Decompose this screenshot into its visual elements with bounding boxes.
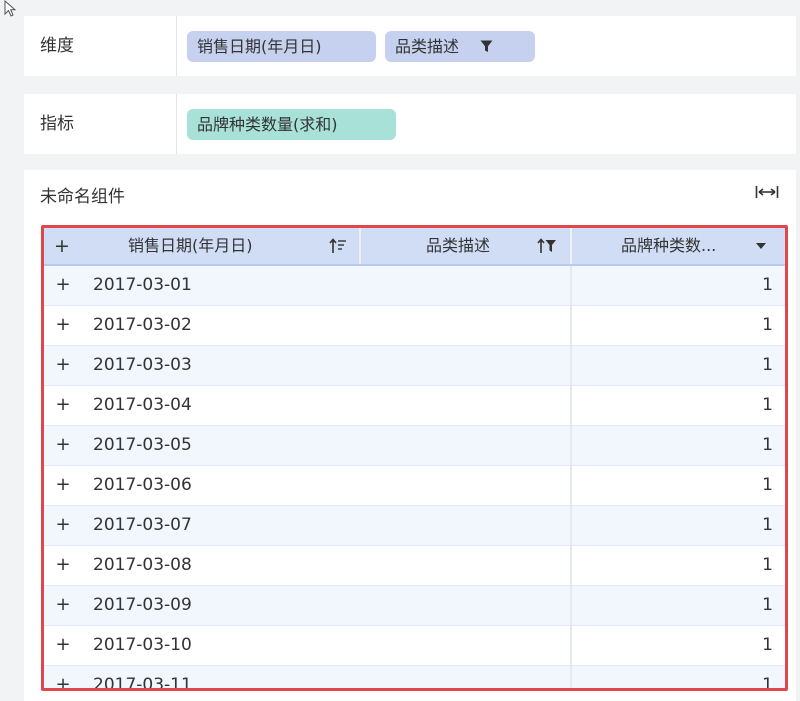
table-row[interactable]: +2017-03-03 1: [44, 346, 785, 386]
column-separator: [570, 466, 572, 505]
row-date: 2017-03-04: [93, 395, 192, 415]
sort-ascending-icon[interactable]: [329, 238, 347, 254]
row-expand-button[interactable]: +: [54, 556, 72, 574]
row-expand-button[interactable]: +: [54, 356, 72, 374]
column-separator: [570, 266, 572, 305]
row-date: 2017-03-07: [93, 515, 192, 535]
row-expand-button[interactable]: +: [54, 436, 72, 454]
table-body: +2017-03-01 1 +2017-03-02 1 +2017-03-03 1 +201…: [44, 266, 785, 691]
table-row[interactable]: +2017-03-11 1: [44, 666, 785, 691]
widget-title: 未命名组件: [40, 187, 125, 207]
dimension-label: 维度: [40, 36, 74, 56]
table-row[interactable]: +2017-03-09 1: [44, 586, 785, 626]
table-row[interactable]: +2017-03-01 1: [44, 266, 785, 306]
arrow-cursor-icon: [4, 0, 17, 17]
column-separator: [570, 546, 572, 585]
column-header-sales-date[interactable]: 销售日期(年月日): [128, 228, 253, 264]
row-value: 1: [762, 515, 773, 535]
column-header-brand-count[interactable]: 品牌种类数...: [621, 228, 716, 264]
column-separator: [570, 386, 572, 425]
row-date: 2017-03-08: [93, 555, 192, 575]
table-row[interactable]: +2017-03-04 1: [44, 386, 785, 426]
row-expand-button[interactable]: +: [54, 396, 72, 414]
column-separator: [359, 228, 361, 264]
column-separator: [570, 666, 572, 688]
table-row[interactable]: +2017-03-02 1: [44, 306, 785, 346]
row-expand-button[interactable]: +: [54, 476, 72, 494]
row-expand-button[interactable]: +: [54, 636, 72, 654]
panel-divider: [176, 16, 177, 76]
row-date: 2017-03-09: [93, 595, 192, 615]
dimension-field-category[interactable]: 品类描述: [385, 31, 535, 62]
row-date: 2017-03-11: [93, 675, 192, 691]
row-value: 1: [762, 675, 773, 691]
dimension-field-sales-date[interactable]: 销售日期(年月日): [187, 31, 376, 62]
row-value: 1: [762, 555, 773, 575]
row-value: 1: [762, 435, 773, 455]
column-separator: [570, 346, 572, 385]
fit-width-icon[interactable]: [755, 184, 779, 200]
table-widget: 未命名组件 + 销售日期(年月日) 品类描述 品牌种类数... + 2017-0…: [24, 170, 796, 701]
indicator-label: 指标: [40, 114, 74, 134]
row-value: 1: [762, 275, 773, 295]
table-row[interactable]: +2017-03-05 1: [44, 426, 785, 466]
column-separator: [570, 626, 572, 665]
column-separator: [570, 586, 572, 625]
row-date: 2017-03-03: [93, 355, 192, 375]
table-row[interactable]: +2017-03-10 1: [44, 626, 785, 666]
column-separator: [570, 506, 572, 545]
row-value: 1: [762, 315, 773, 335]
row-date: 2017-03-06: [93, 475, 192, 495]
row-date: 2017-03-10: [93, 635, 192, 655]
row-date: 2017-03-01: [93, 275, 192, 295]
row-date: 2017-03-05: [93, 435, 192, 455]
column-separator: [570, 228, 572, 264]
panel-divider: [176, 94, 177, 154]
table-row[interactable]: +2017-03-08 1: [44, 546, 785, 586]
indicator-field-brand-count[interactable]: 品牌种类数量(求和): [187, 109, 396, 140]
table-row[interactable]: +2017-03-07 1: [44, 506, 785, 546]
expand-all-button[interactable]: +: [54, 228, 70, 264]
row-expand-button[interactable]: +: [54, 316, 72, 334]
column-header-category[interactable]: 品类描述: [426, 228, 490, 264]
row-expand-button[interactable]: +: [54, 596, 72, 614]
table-row[interactable]: +2017-03-06 1: [44, 466, 785, 506]
indicator-panel: 指标 品牌种类数量(求和): [24, 94, 796, 154]
dimension-panel: 维度 销售日期(年月日) 品类描述: [24, 16, 796, 76]
column-separator: [570, 426, 572, 465]
column-separator: [570, 306, 572, 345]
row-value: 1: [762, 355, 773, 375]
funnel-icon[interactable]: [480, 40, 493, 53]
row-date: 2017-03-02: [93, 315, 192, 335]
table-header: + 销售日期(年月日) 品类描述 品牌种类数...: [44, 228, 785, 266]
row-value: 1: [762, 595, 773, 615]
row-value: 1: [762, 395, 773, 415]
data-table: + 销售日期(年月日) 品类描述 品牌种类数... +2017-03-01 1 +2…: [41, 225, 788, 691]
row-expand-button[interactable]: +: [54, 516, 72, 534]
row-value: 1: [762, 635, 773, 655]
row-value: 1: [762, 475, 773, 495]
caret-down-icon[interactable]: [755, 242, 767, 250]
sort-filter-icon[interactable]: [537, 238, 557, 254]
row-expand-button[interactable]: +: [54, 676, 72, 689]
row-expand-button[interactable]: +: [54, 276, 72, 294]
